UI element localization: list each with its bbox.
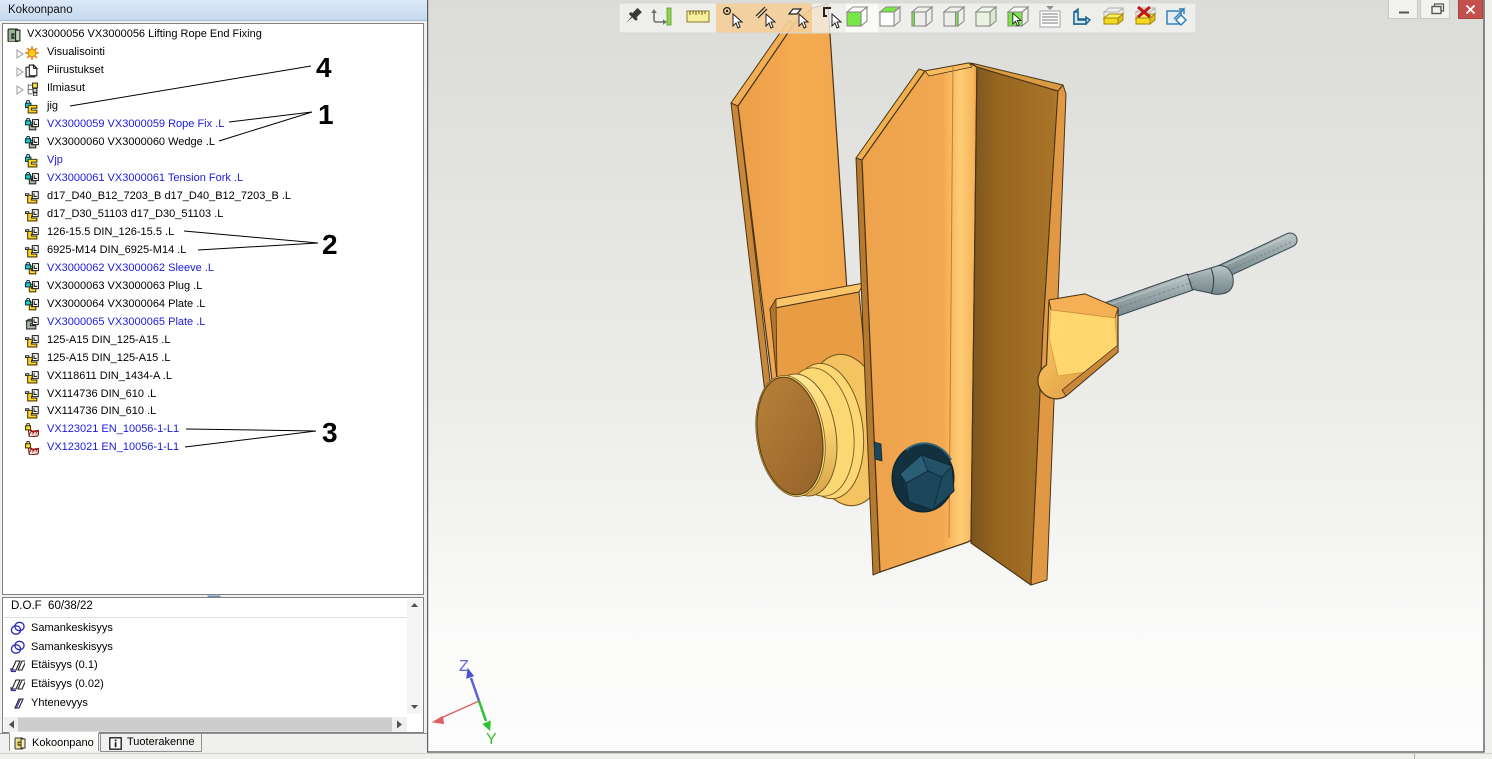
svg-text:Z: Z: [459, 658, 469, 675]
svg-text:Y: Y: [486, 731, 497, 748]
